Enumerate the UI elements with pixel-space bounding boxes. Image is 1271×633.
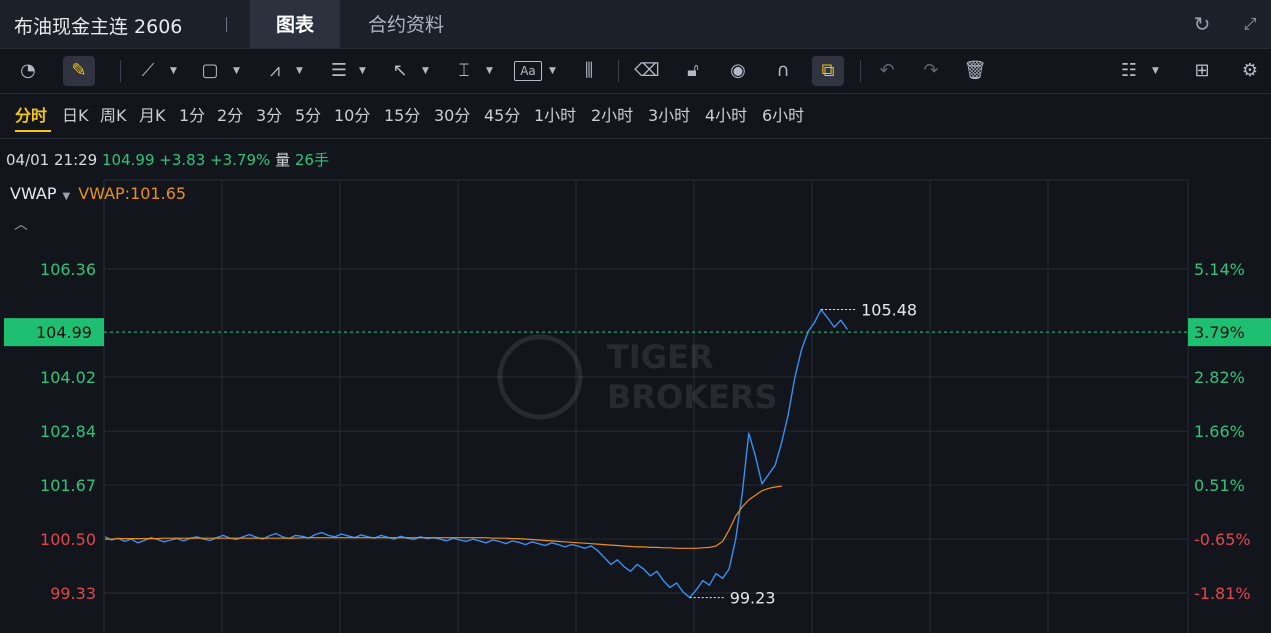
title-bar [0, 0, 1271, 49]
price-line [104, 308, 848, 599]
y-tick-left: 100.50 [40, 530, 96, 549]
y-tick-left: 99.33 [50, 584, 96, 603]
period-6h[interactable]: 6小时 [762, 104, 804, 128]
period-intraday[interactable]: 分时 [15, 104, 47, 128]
chevron-down-icon[interactable]: ▼ [486, 66, 493, 76]
period-month[interactable]: 月K [139, 104, 166, 128]
chevron-down-icon[interactable]: ▼ [233, 66, 240, 76]
y-tick-left: 106.36 [40, 260, 96, 279]
toolbar-divider [120, 60, 121, 82]
indicator-name[interactable]: VWAP [10, 184, 56, 203]
current-price-label: 104.99 [36, 323, 92, 342]
eraser-icon[interactable]: ⌫ [634, 58, 660, 84]
chevron-down-icon[interactable]: ▼ [170, 66, 177, 76]
current-pct-label: 3.79% [1194, 323, 1245, 342]
refresh-icon[interactable]: ↻ [1188, 10, 1216, 38]
arrow-icon[interactable]: ↖ [388, 58, 412, 84]
eye-icon[interactable]: ◉ [724, 58, 752, 84]
trash-icon[interactable]: 🗑︎ [962, 58, 988, 84]
indicator-row[interactable]: VWAP ▼ VWAP:101.65 [10, 184, 186, 203]
y-tick-right: 5.14% [1194, 260, 1245, 279]
chevron-down-icon[interactable]: ▼ [549, 66, 556, 76]
chevron-down-icon[interactable]: ▼ [62, 191, 70, 202]
fullscreen-icon[interactable]: ⤢ [1236, 10, 1264, 38]
period-15m[interactable]: 15分 [384, 104, 420, 128]
y-tick-right: 0.51% [1194, 476, 1245, 495]
toolbar-divider [860, 60, 861, 82]
period-2m[interactable]: 2分 [217, 104, 243, 128]
y-tick-left: 101.67 [40, 476, 96, 495]
period-1h[interactable]: 1小时 [534, 104, 576, 128]
period-30m[interactable]: 30分 [434, 104, 470, 128]
series-layer [104, 308, 848, 599]
pencil-highlight-icon[interactable]: ✎ [63, 56, 95, 86]
wave-icon[interactable]: ⩘ [262, 58, 288, 84]
high-label: 105.48 [861, 301, 917, 320]
tab-chart[interactable]: 图表 [250, 0, 340, 48]
link-icon[interactable]: ⧉ [812, 56, 844, 86]
period-4h[interactable]: 4小时 [705, 104, 747, 128]
rectangle-icon[interactable]: ▢ [198, 58, 222, 84]
layout-list-icon[interactable]: ☷ [1116, 58, 1142, 84]
settings-icon[interactable]: ⚙ [1236, 58, 1264, 84]
period-3h[interactable]: 3小时 [648, 104, 690, 128]
y-tick-left: 104.02 [40, 368, 96, 387]
period-5m[interactable]: 5分 [295, 104, 321, 128]
y-tick-right: 1.66% [1194, 422, 1245, 441]
lock-icon[interactable]: 🔓︎ [680, 58, 706, 84]
undo-icon[interactable]: ↶ [874, 58, 900, 84]
title-divider [226, 17, 227, 32]
chevron-down-icon[interactable]: ▼ [296, 66, 303, 76]
period-week[interactable]: 周K [100, 104, 127, 128]
period-day[interactable]: 日K [62, 104, 89, 128]
text-cursor-icon[interactable]: ⌶ [452, 58, 476, 84]
trend-line-icon[interactable]: ⟋ [136, 58, 160, 84]
period-1m[interactable]: 1分 [179, 104, 205, 128]
indicator-value: VWAP:101.65 [78, 184, 187, 203]
active-period-underline [15, 130, 51, 132]
chevron-down-icon[interactable]: ▼ [359, 66, 366, 76]
period-45m[interactable]: 45分 [484, 104, 520, 128]
chevron-down-icon[interactable]: ▼ [422, 66, 429, 76]
candle-icon[interactable]: ⫼ [577, 58, 601, 84]
y-tick-right: -0.65% [1194, 530, 1251, 549]
y-axis-right: 5.14% 2.82% 1.66% 0.51% -0.65% -1.81% [1194, 260, 1251, 603]
chevron-down-icon[interactable]: ▼ [1152, 66, 1159, 76]
y-tick-left: 102.84 [40, 422, 96, 441]
y-tick-right: -1.81% [1194, 584, 1251, 603]
instrument-title: 布油现金主连 2606 [14, 16, 183, 38]
tab-contract-info[interactable]: 合约资料 [346, 0, 466, 48]
period-10m[interactable]: 10分 [334, 104, 370, 128]
price-chart[interactable]: TIGER BROKERS 106.36104.02102.84101.6710… [0, 140, 1271, 633]
gauge-icon[interactable]: ◔ [14, 58, 42, 84]
period-2h[interactable]: 2小时 [591, 104, 633, 128]
period-3m[interactable]: 3分 [256, 104, 282, 128]
watermark-text-1: TIGER [607, 338, 714, 376]
chevron-up-icon[interactable]: ︿ [14, 214, 28, 234]
grid-icon[interactable]: ⊞ [1188, 58, 1216, 84]
y-tick-right: 2.82% [1194, 368, 1245, 387]
low-label: 99.23 [730, 589, 776, 608]
redo-icon[interactable]: ↷ [918, 58, 944, 84]
watermark-text-2: BROKERS [607, 378, 778, 416]
toolbar-divider [618, 60, 619, 82]
y-axis-left: 106.36 104.02 102.84 101.67 100.50 99.33 [40, 260, 96, 603]
text-label-icon[interactable]: Aa [514, 61, 542, 81]
fib-lines-icon[interactable]: ☰ [326, 58, 352, 84]
magnet-icon[interactable]: ∩ [770, 58, 796, 84]
